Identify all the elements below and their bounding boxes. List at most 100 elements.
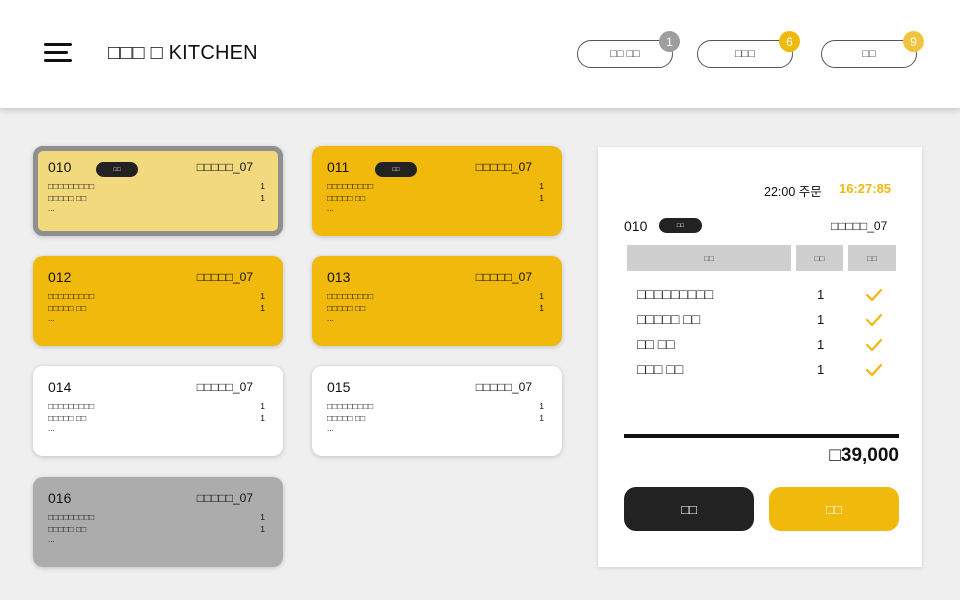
order-number-text: 015 (327, 379, 351, 395)
order-number: 015 (327, 379, 350, 395)
primary-action-button[interactable]: □□ (769, 487, 899, 531)
more-items-indicator: ... (327, 204, 334, 213)
item-qty: 1 (260, 512, 265, 522)
order-number-text: 011 (327, 159, 350, 175)
detail-item-qty: 1 (817, 337, 825, 352)
secondary-action-button[interactable]: □□ (624, 487, 754, 531)
item-name: □□□□□ □□ (327, 193, 366, 203)
item-qty: 1 (539, 193, 544, 203)
order-number: 013 (327, 269, 350, 285)
order-item-row: □□□□□□□□□ 1 (327, 290, 544, 302)
order-card[interactable]: 015 □□□□□_07 □□□□□□□□□ 1 □□□□□ □□ 1... (312, 366, 562, 456)
order-number-text: 010 (48, 159, 72, 175)
item-qty: 1 (260, 524, 265, 534)
filter-pill-label: □□ (862, 48, 876, 60)
filter-pill-2[interactable]: □□□ 6 (697, 31, 800, 68)
order-item-row: □□□□□□□□□ 1 (48, 180, 265, 192)
count-badge: 9 (903, 31, 924, 52)
order-item-row: □□□□□ □□ 1 (48, 523, 265, 535)
order-card[interactable]: 014 □□□□□_07 □□□□□□□□□ 1 □□□□□ □□ 1... (33, 366, 283, 456)
order-item-row: □□□□□ □□ 1 (48, 192, 265, 204)
table-name: □□□□□_07 (196, 380, 253, 394)
more-items-indicator: ... (327, 424, 334, 433)
order-item-row: □□□□□ □□ 1 (327, 412, 544, 424)
brand-title: □□□ □ KITCHEN (108, 42, 258, 64)
order-card[interactable]: 012 □□□□□_07 □□□□□□□□□ 1 □□□□□ □□ 1... (33, 256, 283, 346)
order-number: 016 (48, 490, 71, 506)
detail-item-row: □□□□□ □□ 1 (637, 309, 907, 331)
item-qty: 1 (260, 193, 265, 203)
more-items-indicator: ... (327, 314, 334, 323)
order-card[interactable]: 010 □□ □□□□□_07 □□□□□□□□□ 1 □□□□□ □□ 1... (33, 146, 283, 236)
item-name: □□□□□ □□ (48, 413, 87, 423)
order-number: 011 □□ (327, 159, 417, 177)
table-name: □□□□□_07 (196, 160, 253, 174)
order-number: 010 □□ (48, 159, 138, 177)
column-header-qty: □□ (796, 245, 843, 271)
item-qty: 1 (539, 291, 544, 301)
filter-pill-3[interactable]: □□ 9 (821, 31, 924, 68)
total-divider (624, 434, 899, 438)
item-name: □□□□□ □□ (327, 303, 366, 313)
more-items-indicator: ... (48, 424, 55, 433)
item-name: □□□□□□□□□ (48, 512, 95, 522)
filter-pill-1[interactable]: □□ □□ 1 (577, 31, 680, 68)
table-name: □□□□□_07 (196, 491, 253, 505)
order-detail-panel: 22:00 주문 16:27:85 010 □□ □□□□□_07 □□ □□ … (598, 147, 922, 567)
detail-item-qty: 1 (817, 362, 825, 377)
item-name: □□□□□□□□□ (327, 181, 374, 191)
check-icon[interactable] (865, 362, 883, 378)
check-icon[interactable] (865, 312, 883, 328)
order-item-row: □□□□□□□□□ 1 (327, 180, 544, 192)
order-tag: □□ (96, 162, 138, 177)
order-number-text: 012 (48, 269, 72, 285)
more-items-indicator: ... (48, 204, 55, 213)
order-card[interactable]: 013 □□□□□_07 □□□□□□□□□ 1 □□□□□ □□ 1... (312, 256, 562, 346)
item-name: □□□□□□□□□ (48, 401, 95, 411)
item-name: □□□□□□□□□ (48, 291, 95, 301)
order-number: 014 (48, 379, 71, 395)
order-item-row: □□□□□□□□□ 1 (48, 290, 265, 302)
column-header-item: □□ (627, 245, 791, 271)
order-item-row: □□□□□□□□□ 1 (327, 400, 544, 412)
table-name: □□□□□_07 (475, 380, 532, 394)
detail-item-row: □□ □□ 1 (637, 334, 907, 356)
detail-item-name: □□□□□ □□ (637, 311, 701, 327)
order-item-row: □□□□□ □□ 1 (327, 302, 544, 314)
detail-item-row: □□□□□□□□□ 1 (637, 284, 907, 306)
item-name: □□□□□ □□ (48, 193, 87, 203)
item-qty: 1 (260, 291, 265, 301)
detail-item-row: □□□ □□ 1 (637, 359, 907, 381)
app-header: □□□ □ KITCHEN □□ □□ 1 □□□ 6 □□ 9 (0, 0, 960, 108)
item-name: □□□□□□□□□ (327, 291, 374, 301)
item-name: □□□□□□□□□ (327, 401, 374, 411)
hamburger-menu-icon[interactable] (44, 43, 74, 65)
order-item-list: □□□□□□□□□ 1 □□□□□ □□ 1... (327, 290, 544, 324)
order-item-row: □□□□□ □□ 1 (327, 192, 544, 204)
order-card[interactable]: 016 □□□□□_07 □□□□□□□□□ 1 □□□□□ □□ 1... (33, 477, 283, 567)
ordered-time: 22:00 주문 (764, 185, 822, 199)
item-name: □□□□□□□□□ (48, 181, 95, 191)
detail-item-qty: 1 (817, 312, 825, 327)
item-qty: 1 (260, 181, 265, 191)
check-icon[interactable] (865, 337, 883, 353)
filter-pill-label: □□□ (735, 48, 755, 60)
detail-item-qty: 1 (817, 287, 825, 302)
item-name: □□□□□ □□ (48, 303, 87, 313)
order-item-list: □□□□□□□□□ 1 □□□□□ □□ 1... (327, 400, 544, 434)
order-number-text: 013 (327, 269, 351, 285)
detail-item-name: □□□ □□ (637, 361, 684, 377)
check-icon[interactable] (865, 287, 883, 303)
order-item-row: □□□□□ □□ 1 (48, 302, 265, 314)
table-name: □□□□□_07 (475, 160, 532, 174)
order-item-row: □□□□□□□□□ 1 (48, 511, 265, 523)
order-item-row: □□□□□ □□ 1 (48, 412, 265, 424)
table-name: □□□□□_07 (475, 270, 532, 284)
order-total: □39,000 (829, 445, 899, 466)
column-header-status: □□ (848, 245, 896, 271)
detail-item-name: □□ □□ (637, 336, 675, 352)
item-qty: 1 (260, 413, 265, 423)
order-card[interactable]: 011 □□ □□□□□_07 □□□□□□□□□ 1 □□□□□ □□ 1... (312, 146, 562, 236)
order-item-list: □□□□□□□□□ 1 □□□□□ □□ 1... (48, 180, 265, 214)
order-number-text: 014 (48, 379, 72, 395)
